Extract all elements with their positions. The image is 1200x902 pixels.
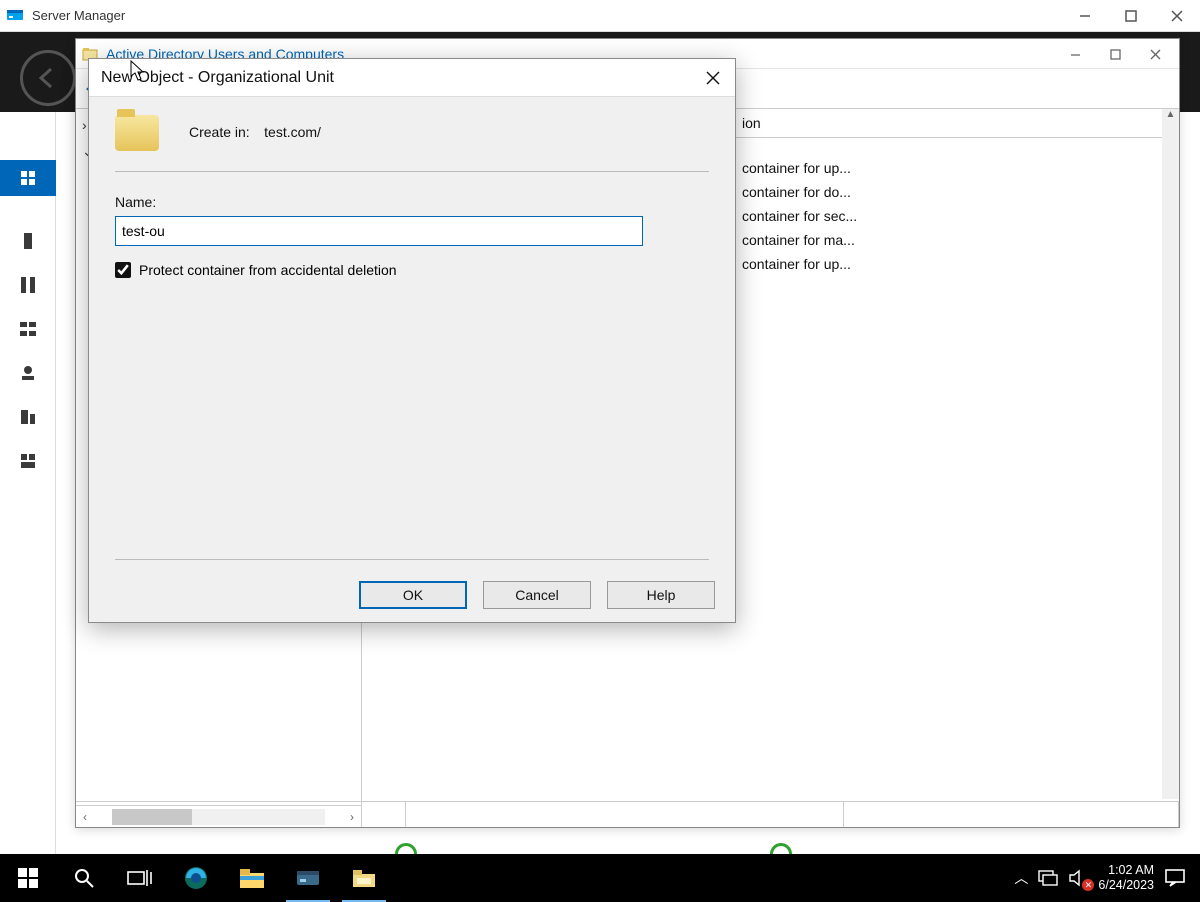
create-in-path: test.com/	[264, 124, 321, 140]
start-button[interactable]	[0, 854, 56, 902]
dialog-separator	[115, 559, 709, 560]
nav-adds-icon[interactable]	[17, 318, 39, 340]
ou-folder-icon	[115, 115, 159, 151]
taskbar-clock[interactable]: 1:02 AM 6/24/2023	[1098, 863, 1154, 893]
taskbar-server-manager-icon[interactable]	[280, 854, 336, 902]
cancel-button[interactable]: Cancel	[483, 581, 591, 609]
name-input[interactable]	[115, 216, 643, 246]
dialog-title-text: New Object - Organizational Unit	[101, 69, 334, 87]
back-button[interactable]	[20, 50, 76, 106]
aduc-close-button[interactable]	[1135, 39, 1175, 69]
nav-dns-icon[interactable]	[17, 362, 39, 384]
server-manager-titlebar: Server Manager	[0, 0, 1200, 32]
aduc-vertical-scrollbar[interactable]	[1162, 109, 1179, 799]
task-view-button[interactable]	[112, 854, 168, 902]
clock-date: 6/24/2023	[1098, 878, 1154, 893]
tray-overflow-icon[interactable]: ︿	[1014, 868, 1028, 888]
aduc-window-buttons	[1055, 39, 1175, 69]
server-manager-window-buttons	[1062, 0, 1200, 32]
dialog-titlebar[interactable]: New Object - Organizational Unit	[89, 59, 735, 97]
new-ou-dialog: New Object - Organizational Unit Create …	[88, 58, 736, 623]
nav-role-icon[interactable]	[17, 450, 39, 472]
help-button[interactable]: Help	[607, 581, 715, 609]
server-manager-icon	[6, 7, 24, 25]
action-center-icon[interactable]	[1164, 868, 1186, 888]
ok-button[interactable]: OK	[359, 581, 467, 609]
volume-muted-icon[interactable]: ✕	[1068, 869, 1088, 887]
dialog-close-button[interactable]	[699, 65, 727, 91]
system-tray: ︿ ✕ 1:02 AM 6/24/2023	[1014, 863, 1200, 893]
aduc-statusbar	[76, 801, 1179, 827]
taskbar-edge-icon[interactable]	[168, 854, 224, 902]
network-icon[interactable]	[1038, 869, 1058, 887]
server-manager-title: Server Manager	[32, 8, 125, 23]
close-button[interactable]	[1154, 0, 1200, 32]
protect-checkbox-label: Protect container from accidental deleti…	[139, 262, 397, 278]
minimize-button[interactable]	[1062, 0, 1108, 32]
nav-local-server-icon[interactable]	[17, 230, 39, 252]
search-button[interactable]	[56, 854, 112, 902]
name-field: Name:	[115, 194, 709, 246]
nav-file-icon[interactable]	[17, 406, 39, 428]
taskbar-aduc-icon[interactable]	[336, 854, 392, 902]
taskbar: ︿ ✕ 1:02 AM 6/24/2023	[0, 854, 1200, 902]
dialog-header: Create in: test.com/	[115, 115, 709, 172]
create-in-label: Create in:	[189, 124, 250, 140]
aduc-maximize-button[interactable]	[1095, 39, 1135, 69]
aduc-minimize-button[interactable]	[1055, 39, 1095, 69]
nav-all-servers-icon[interactable]	[17, 274, 39, 296]
server-manager-left-nav	[0, 112, 56, 854]
protect-checkbox[interactable]	[115, 262, 131, 278]
clock-time: 1:02 AM	[1098, 863, 1154, 878]
maximize-button[interactable]	[1108, 0, 1154, 32]
dialog-body: Create in: test.com/ Name: Protect conta…	[89, 97, 735, 568]
protect-checkbox-row[interactable]: Protect container from accidental deleti…	[115, 262, 709, 278]
nav-dashboard-icon[interactable]	[0, 160, 56, 196]
name-label: Name:	[115, 194, 709, 210]
taskbar-explorer-icon[interactable]	[224, 854, 280, 902]
dialog-button-row: OK Cancel Help	[89, 568, 735, 622]
